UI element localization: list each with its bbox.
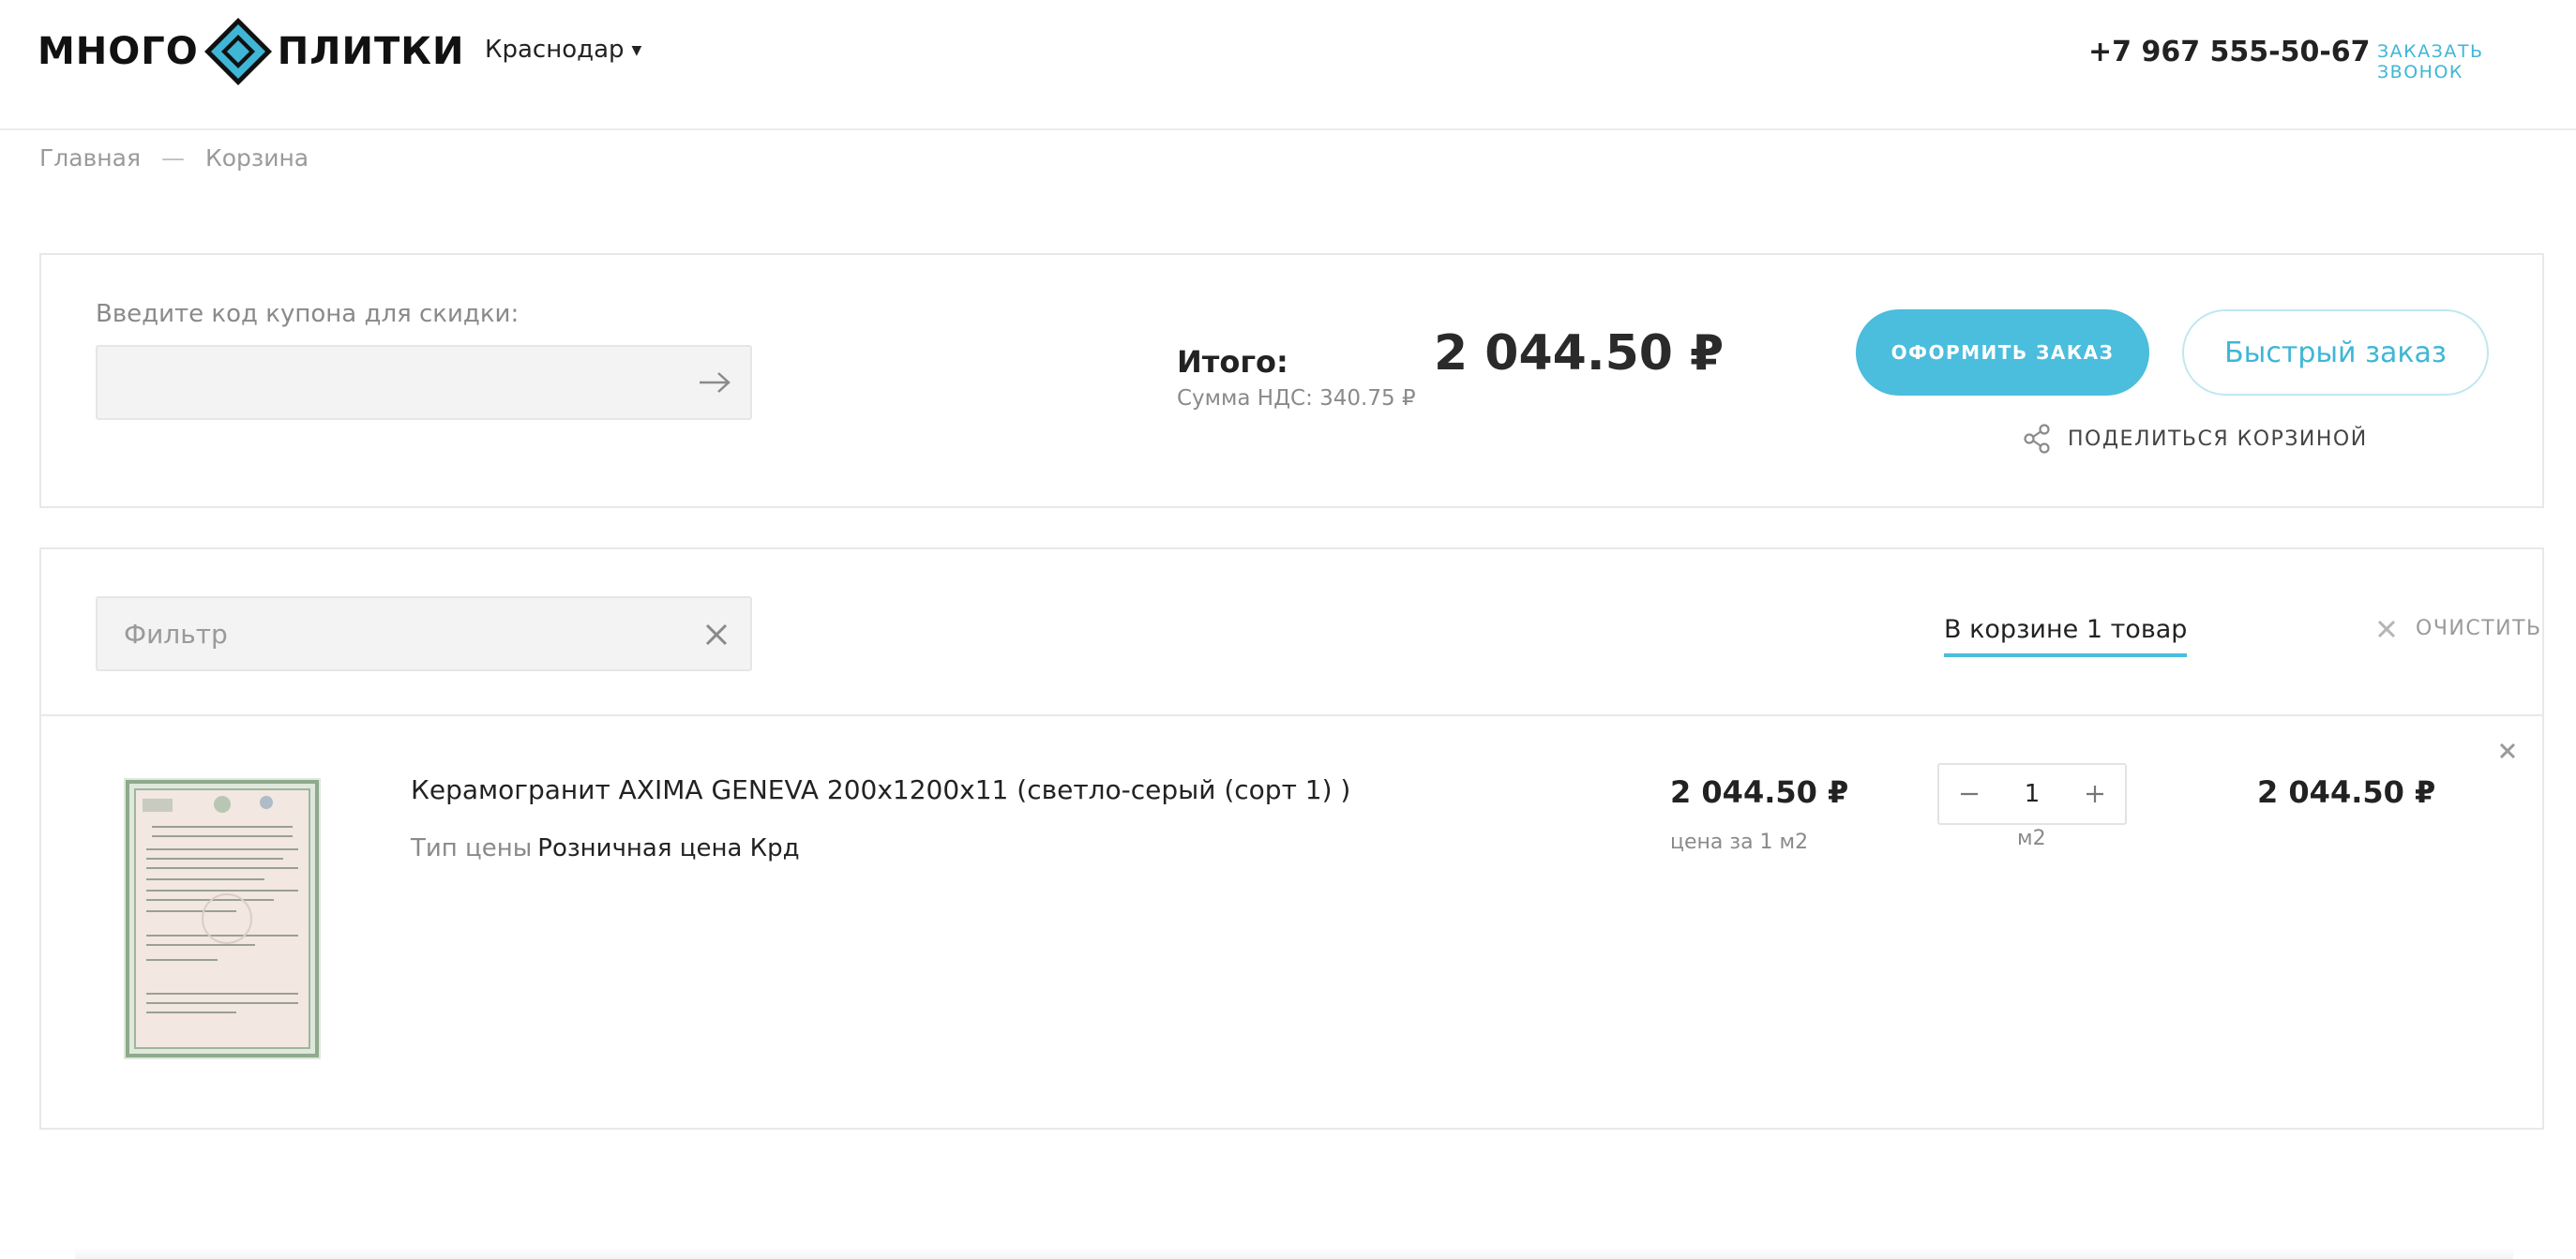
checkout-button[interactable]: ОФОРМИТЬ ЗАКАЗ [1856,309,2149,396]
product-name[interactable]: Керамогранит AXIMA GENEVA 200x1200x11 (с… [411,774,1350,805]
breadcrumb: Главная — Корзина [39,144,309,172]
total-label: Итого: [1177,344,1288,380]
site-header: МНОГО ПЛИТКИ Краснодар ▼ +7 967 555-50-67… [0,0,2576,130]
breadcrumb-separator: — [160,144,185,172]
share-icon [2024,424,2050,454]
close-icon[interactable] [702,621,731,649]
share-cart-label: ПОДЕЛИТЬСЯ КОРЗИНОЙ [2068,427,2368,451]
coupon-input[interactable] [96,345,752,420]
city-selector[interactable]: Краснодар ▼ [485,36,641,64]
coupon-label: Введите код купона для скидки: [96,300,520,328]
order-summary-panel: Введите код купона для скидки: Итого: Су… [39,253,2544,508]
price-type-value: Розничная цена Крд [537,834,800,862]
logo-diamond-icon [203,18,272,85]
minus-icon [1961,792,1978,796]
product-price-type: Тип цены Розничная цена Крд [411,834,800,862]
cart-items-tab[interactable]: В корзине 1 товар [1944,615,2188,657]
cart-panel: В корзине 1 товар ОЧИСТИТЬ [39,547,2544,1130]
quantity-decrease-button[interactable] [1939,765,1999,823]
unit-price-note: цена за 1 м2 [1670,831,1809,854]
city-name: Краснодар [485,36,625,64]
clear-cart-label: ОЧИСТИТЬ [2416,617,2542,640]
close-icon [2377,620,2396,637]
quantity-unit: м2 [2017,827,2046,850]
logo-word-right: ПЛИТКИ [277,30,465,73]
cart-toolbar: В корзине 1 товар ОЧИСТИТЬ [41,549,2542,716]
quantity-stepper [1937,763,2127,825]
arrow-right-icon[interactable] [696,366,733,399]
site-logo[interactable]: МНОГО ПЛИТКИ [38,18,465,85]
caret-down-icon: ▼ [631,42,642,58]
price-type-label: Тип цены [411,834,533,862]
total-value: 2 044.50 ₽ [1434,325,1725,382]
callback-link[interactable]: ЗАКАЗАТЬ ЗВОНОК [2377,41,2576,82]
unit-price: 2 044.50 ₽ [1670,774,1849,810]
footer-shadow [75,1247,2513,1259]
product-image[interactable] [124,778,321,1059]
quantity-input[interactable] [1999,765,2065,823]
quantity-increase-button[interactable] [2065,765,2125,823]
header-phone[interactable]: +7 967 555-50-67 [2088,36,2371,68]
logo-word-left: МНОГО [38,30,199,73]
line-total: 2 044.50 ₽ [2257,774,2436,810]
breadcrumb-home[interactable]: Главная [39,144,141,172]
plus-icon [2086,786,2103,802]
share-cart-link[interactable]: ПОДЕЛИТЬСЯ КОРЗИНОЙ [2023,424,2368,454]
clear-cart-button[interactable]: ОЧИСТИТЬ [2376,617,2542,640]
remove-item-icon[interactable] [2497,741,2518,761]
quick-order-button[interactable]: Быстрый заказ [2182,309,2489,396]
vat-amount: Сумма НДС: 340.75 ₽ [1177,386,1416,411]
breadcrumb-current: Корзина [204,144,309,172]
filter-input[interactable] [96,596,752,671]
